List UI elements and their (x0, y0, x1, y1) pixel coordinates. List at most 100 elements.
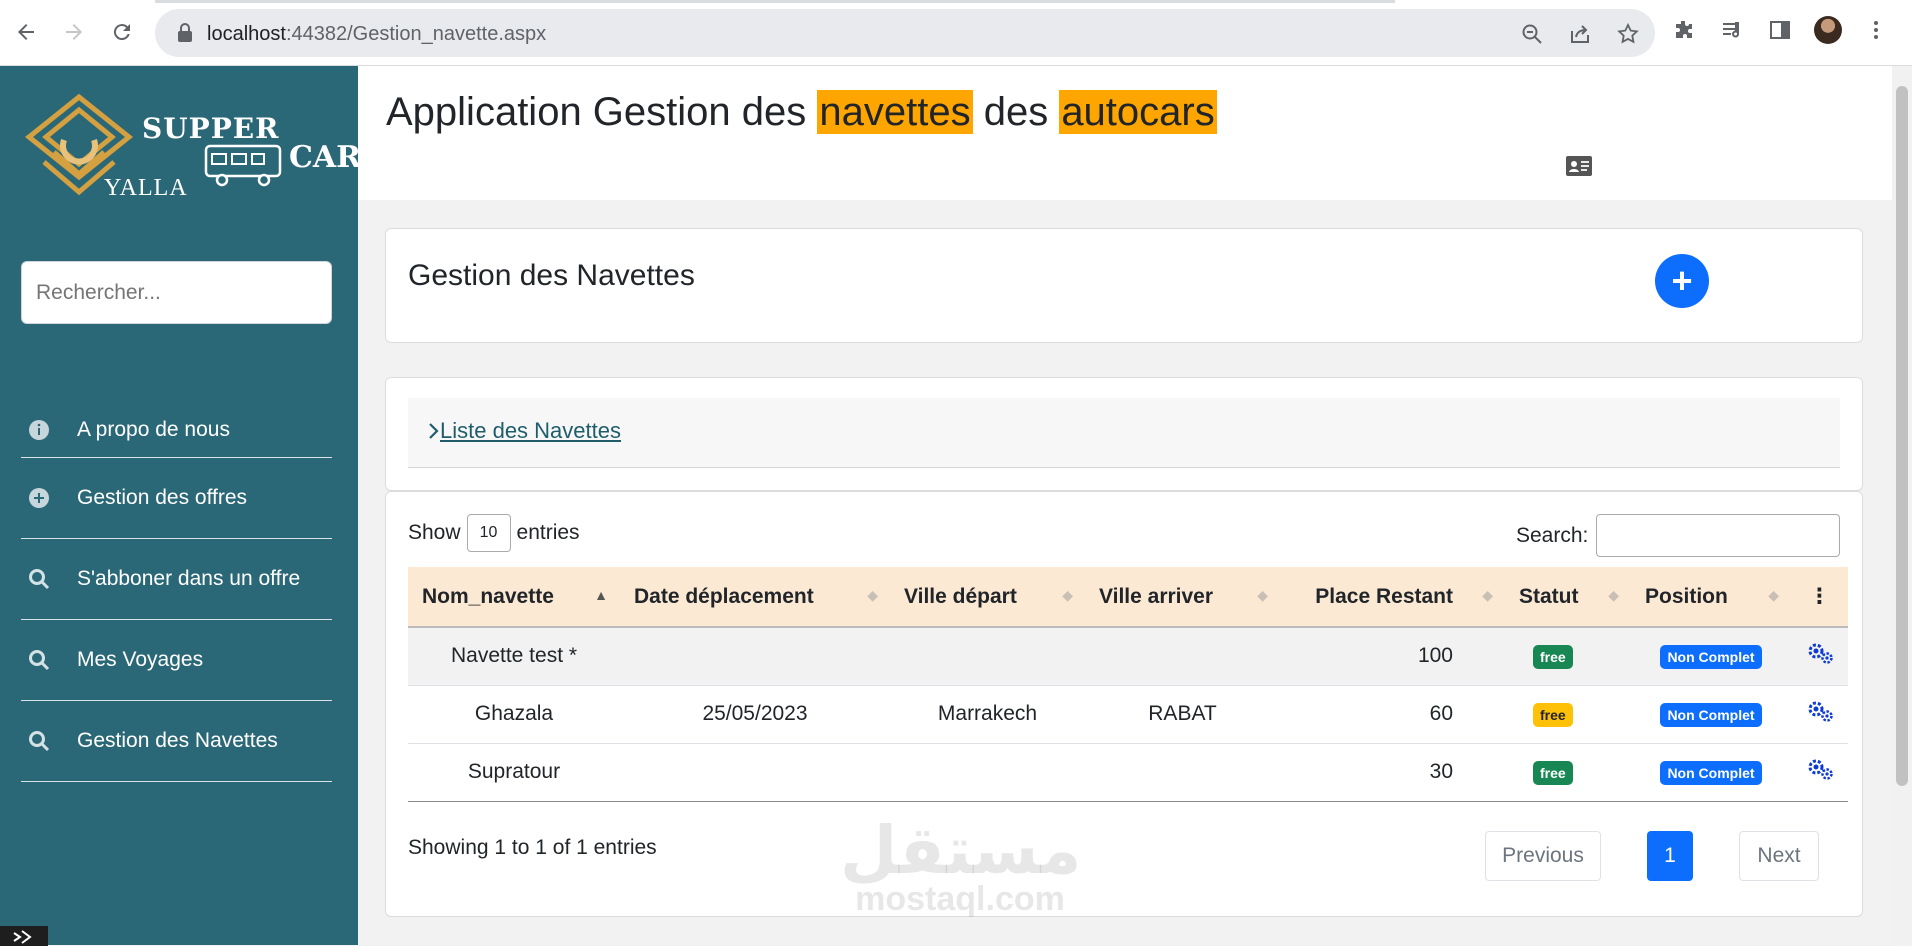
sidebar-item-label: Gestion des offres (77, 486, 248, 509)
cell-position: Non Complet (1631, 627, 1791, 685)
sidebar: SUPPER CAR YALLA A propo de nous Gestion… (0, 66, 361, 946)
extensions-icon[interactable] (1670, 16, 1698, 44)
bookmark-star-icon[interactable] (1615, 21, 1641, 47)
sidebar-item-offres[interactable]: Gestion des offres (21, 458, 332, 539)
liste-navettes-link[interactable]: Liste des Navettes (428, 418, 621, 444)
show-label: Show (408, 521, 461, 544)
gears-icon[interactable] (1806, 759, 1834, 786)
sidebar-item-abonner[interactable]: S'abboner dans un offre (21, 539, 332, 620)
cell-arriver (1085, 743, 1280, 801)
table-search: Search: (1516, 514, 1841, 557)
cell-nom: Navette test * (450, 644, 578, 668)
cell-places: 60 (1429, 702, 1453, 725)
page-1-button[interactable]: 1 (1647, 831, 1693, 881)
position-badge: Non Complet (1660, 702, 1762, 727)
cell-arriver (1085, 627, 1280, 685)
back-icon[interactable] (10, 16, 42, 48)
id-card-icon[interactable] (1566, 156, 1592, 181)
page-scrollbar[interactable] (1892, 66, 1912, 945)
search-label: Search: (1516, 523, 1589, 547)
list-accordion: Liste des Navettes (385, 377, 1863, 491)
url-path: :44382/Gestion_navette.aspx (285, 23, 547, 45)
search-icon (27, 648, 51, 672)
address-bar[interactable]: localhost:44382/Gestion_navette.aspx (155, 9, 1655, 57)
cell-position: Non Complet (1631, 685, 1791, 743)
status-badge: free (1533, 702, 1573, 727)
table-search-input[interactable] (1596, 514, 1841, 557)
search-icon (27, 567, 51, 591)
col-actions: ⋮ (1791, 567, 1848, 628)
forward-icon[interactable] (58, 16, 90, 48)
media-queue-icon[interactable] (1718, 16, 1746, 44)
accordion-header[interactable]: Liste des Navettes (408, 398, 1840, 468)
cell-arriver: RABAT (1148, 702, 1217, 725)
chevron-right-icon (429, 423, 439, 439)
next-button[interactable]: Next (1739, 831, 1819, 881)
title-text: Application Gestion des (386, 90, 818, 134)
app-header: Application Gestion des navettes des aut… (358, 66, 1892, 200)
sidebar-item-about[interactable]: A propo de nous (21, 418, 332, 458)
col-place-restant[interactable]: Place Restant ◆ (1280, 567, 1505, 628)
length-control: Show 10 entries (408, 514, 580, 552)
navettes-table: Nom_navette ▲ Date déplacement ◆ Ville dép… (408, 567, 1848, 802)
status-badge: free (1533, 644, 1573, 669)
col-nom-navette[interactable]: Nom_navette ▲ (408, 567, 620, 628)
cell-places: 100 (1417, 644, 1453, 668)
status-badge: free (1533, 760, 1573, 785)
col-label: Ville arriver (1099, 584, 1214, 608)
scrollbar-thumb[interactable] (1896, 86, 1908, 786)
col-label: Position (1645, 584, 1728, 608)
gears-icon[interactable] (1806, 643, 1834, 670)
browser-toolbar: localhost:44382/Gestion_navette.aspx (0, 0, 1912, 66)
previous-button[interactable]: Previous (1485, 831, 1601, 881)
loading-bar (155, 0, 1395, 3)
sidebar-search-input[interactable] (21, 261, 332, 324)
entries-label: entries (516, 521, 580, 544)
position-badge: Non Complet (1660, 760, 1762, 785)
profile-avatar[interactable] (1814, 16, 1842, 44)
add-navette-button[interactable]: + (1655, 254, 1709, 308)
col-label: Ville départ (904, 584, 1017, 608)
url-host: localhost (207, 23, 286, 45)
zoom-icon[interactable] (1519, 21, 1545, 47)
pagination: Previous 1 Next (1485, 831, 1819, 881)
sidebar-item-label: A propo de nous (77, 418, 230, 441)
entries-select[interactable]: 10 (466, 514, 511, 552)
lock-icon[interactable] (177, 23, 193, 48)
info-icon (27, 418, 51, 442)
menu-dots-icon[interactable] (1862, 16, 1890, 44)
col-position[interactable]: Position ◆ (1631, 567, 1791, 628)
cell-position: Non Complet (1631, 743, 1791, 801)
sidebar-item-voyages[interactable]: Mes Voyages (21, 620, 332, 701)
table-row: Supratour 30 free Non Complet (408, 743, 1848, 801)
title-text: des (972, 90, 1060, 134)
sort-icon: ◆ (1608, 587, 1619, 603)
cell-statut: free (1505, 743, 1631, 801)
cell-actions (1791, 685, 1848, 743)
cell-actions (1791, 743, 1848, 801)
cell-date (620, 627, 890, 685)
plus-circle-icon (27, 486, 51, 510)
col-ville-depart[interactable]: Ville départ ◆ (890, 567, 1085, 628)
col-statut[interactable]: Statut ◆ (1505, 567, 1631, 628)
search-icon (27, 729, 51, 753)
logo-text-yalla: YALLA (104, 175, 188, 201)
col-ville-arriver[interactable]: Ville arriver ◆ (1085, 567, 1280, 628)
sidebar-item-label: Gestion des Navettes (77, 729, 278, 752)
cell-depart: Marrakech (937, 702, 1038, 725)
url-text[interactable]: localhost:44382/Gestion_navette.aspx (207, 23, 546, 46)
share-icon[interactable] (1567, 21, 1593, 47)
reload-icon[interactable] (106, 16, 138, 48)
link-label: Liste des Navettes (440, 418, 621, 443)
col-date[interactable]: Date déplacement ◆ (620, 567, 890, 628)
logo[interactable]: SUPPER CAR YALLA (24, 92, 364, 202)
table-row: Ghazala 25/05/2023 Marrakech RABAT 60 fr… (408, 685, 1848, 743)
gestion-card: Gestion des Navettes + (385, 228, 1863, 343)
position-badge: Non Complet (1660, 644, 1762, 669)
gears-icon[interactable] (1806, 701, 1834, 728)
sidebar-item-navettes[interactable]: Gestion des Navettes (21, 701, 332, 782)
col-label: Statut (1519, 584, 1579, 608)
kebab-icon: ⋮ (1809, 585, 1830, 608)
cell-nom: Supratour (467, 760, 561, 783)
side-panel-icon[interactable] (1766, 16, 1794, 44)
